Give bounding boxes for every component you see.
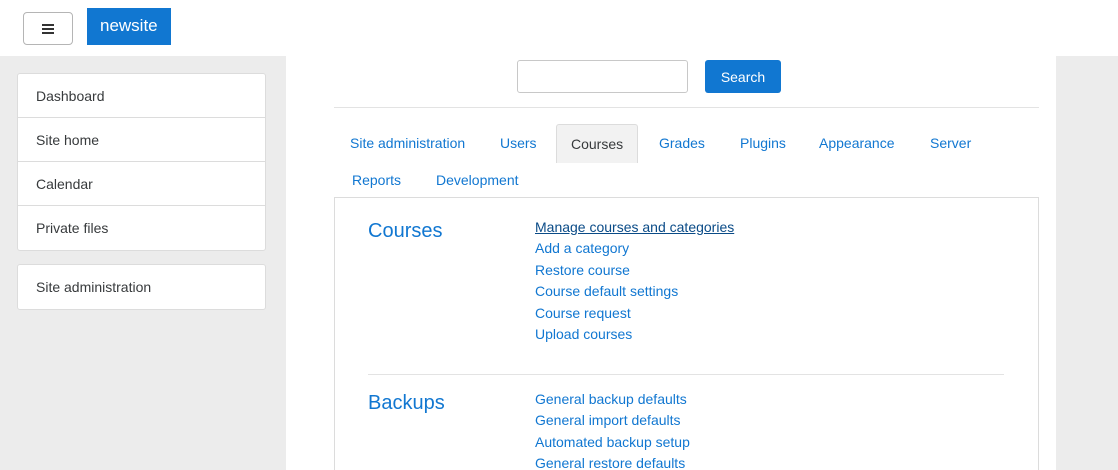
section-title-courses: Courses	[368, 220, 443, 242]
link-manage-courses-and-categories[interactable]: Manage courses and categories	[535, 219, 734, 235]
hamburger-icon	[42, 23, 54, 34]
link-upload-courses[interactable]: Upload courses	[535, 326, 632, 342]
menu-toggle-button[interactable]	[23, 12, 73, 45]
section-title-backups: Backups	[368, 392, 445, 414]
link-general-restore-defaults[interactable]: General restore defaults	[535, 455, 685, 470]
nav-item-calendar[interactable]: Calendar	[18, 162, 265, 206]
site-brand-link[interactable]: newsite	[87, 8, 171, 45]
search-button[interactable]: Search	[705, 60, 781, 93]
tab-courses[interactable]: Courses	[556, 124, 639, 163]
tab-reports[interactable]: Reports	[352, 171, 401, 189]
link-add-a-category[interactable]: Add a category	[535, 240, 629, 256]
admin-search-input[interactable]	[517, 60, 688, 93]
tab-grades[interactable]: Grades	[659, 134, 705, 152]
nav-item-dashboard[interactable]: Dashboard	[18, 74, 265, 118]
tab-development[interactable]: Development	[436, 171, 519, 189]
link-course-default-settings[interactable]: Course default settings	[535, 283, 678, 299]
tab-plugins[interactable]: Plugins	[740, 134, 786, 152]
divider	[334, 107, 1039, 108]
tab-server[interactable]: Server	[930, 134, 971, 152]
link-automated-backup-setup[interactable]: Automated backup setup	[535, 434, 690, 450]
nav-item-site-administration[interactable]: Site administration	[18, 265, 265, 309]
primary-nav-block: Dashboard Site home Calendar Private fil…	[17, 73, 266, 251]
link-course-request[interactable]: Course request	[535, 305, 631, 321]
link-restore-course[interactable]: Restore course	[535, 262, 630, 278]
admin-nav-block: Site administration	[17, 264, 266, 310]
right-column	[1056, 56, 1118, 470]
link-general-import-defaults[interactable]: General import defaults	[535, 412, 681, 428]
link-general-backup-defaults[interactable]: General backup defaults	[535, 391, 687, 407]
tab-site-administration[interactable]: Site administration	[350, 134, 465, 152]
tab-appearance[interactable]: Appearance	[819, 134, 895, 152]
nav-item-site-home[interactable]: Site home	[18, 118, 265, 162]
top-navbar: newsite	[0, 0, 1118, 56]
nav-item-private-files[interactable]: Private files	[18, 206, 265, 250]
tab-users[interactable]: Users	[500, 134, 537, 152]
section-divider	[368, 374, 1004, 375]
